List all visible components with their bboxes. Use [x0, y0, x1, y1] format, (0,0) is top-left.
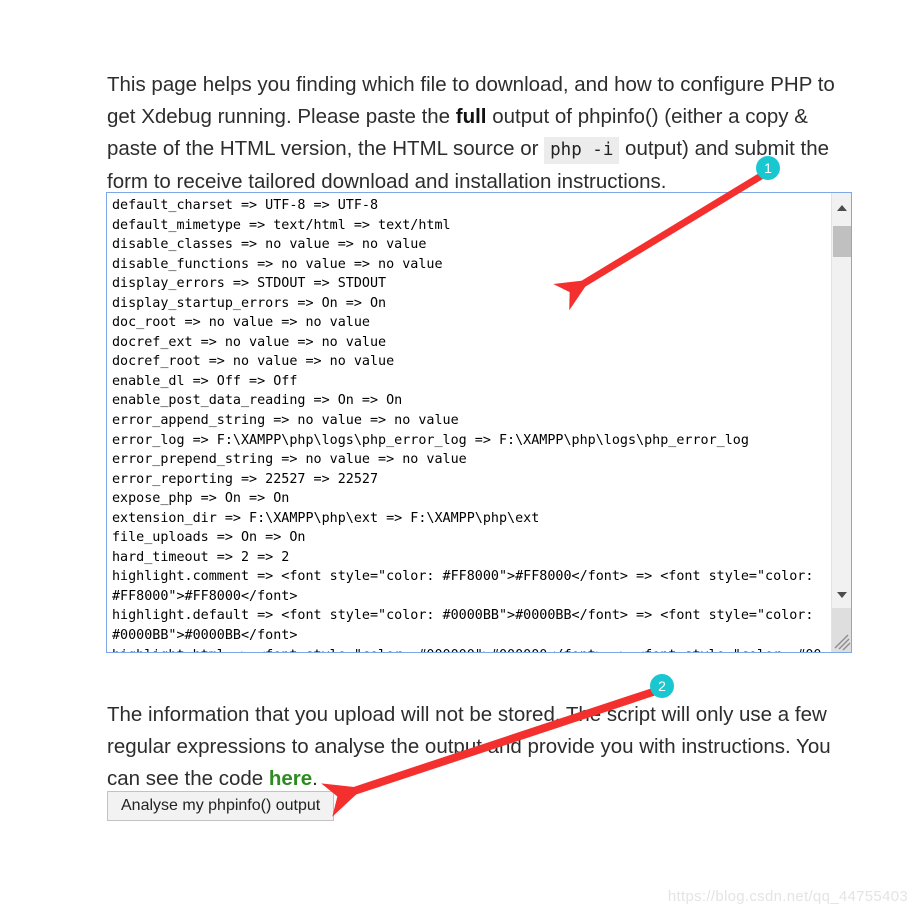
textarea-scrollbar[interactable] [831, 193, 851, 652]
intro-bold-full: full [455, 104, 487, 128]
scrollbar-thumb[interactable] [833, 226, 851, 257]
callout-badge-1: 1 [756, 156, 780, 180]
callout-badge-2: 2 [650, 674, 674, 698]
phpinfo-textarea-content[interactable]: default_charset => UTF-8 => UTF-8 defaul… [107, 193, 825, 652]
scroll-down-icon[interactable] [832, 586, 851, 604]
intro-paragraph: This page helps you finding which file t… [107, 69, 859, 198]
resize-grip-icon[interactable] [832, 608, 851, 652]
outro-text-part1: The information that you upload will not… [107, 702, 831, 790]
outro-text-part2: . [312, 766, 318, 790]
outro-paragraph: The information that you upload will not… [107, 699, 859, 795]
scroll-up-icon[interactable] [832, 199, 851, 217]
watermark: https://blog.csdn.net/qq_44755403 [667, 888, 908, 905]
page-title: Installation Wizard [107, 0, 470, 5]
here-link[interactable]: here [269, 767, 312, 790]
analyse-phpinfo-button[interactable]: Analyse my phpinfo() output [107, 791, 335, 821]
phpinfo-textarea[interactable]: default_charset => UTF-8 => UTF-8 defaul… [106, 192, 852, 653]
inline-code-php-i: php -i [544, 136, 620, 164]
